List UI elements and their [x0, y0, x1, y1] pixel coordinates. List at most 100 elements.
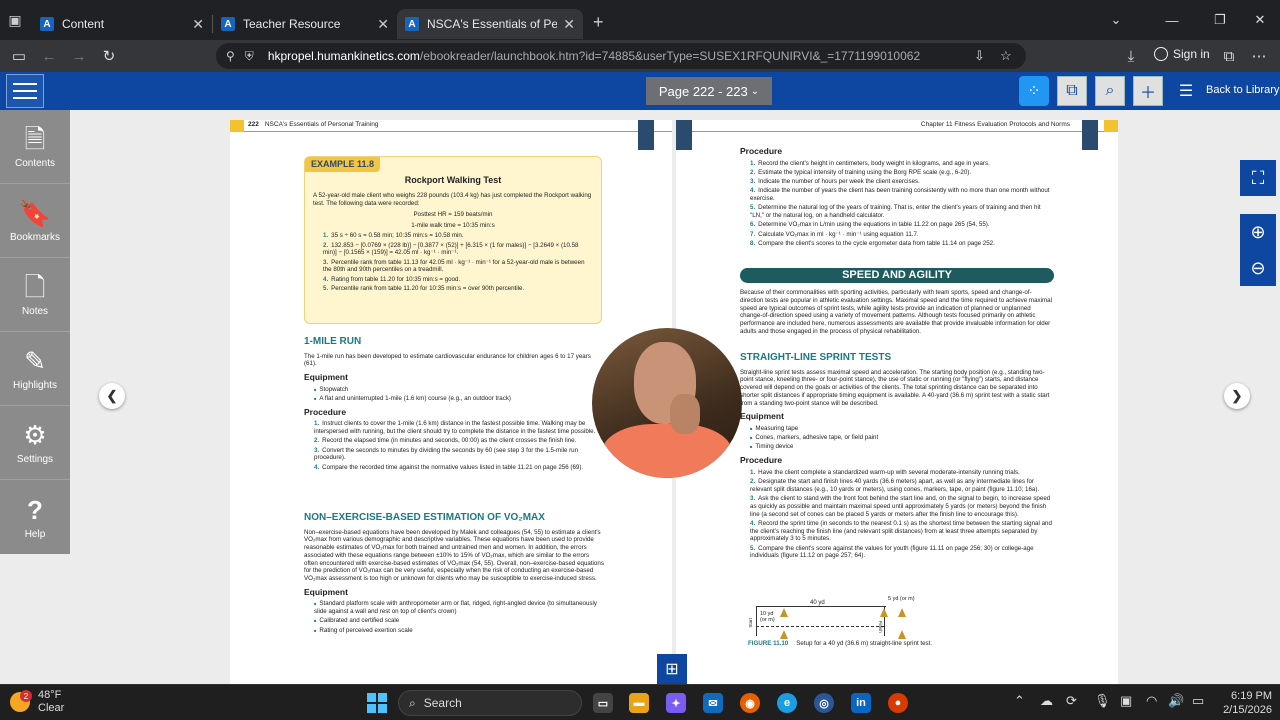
file-explorer-icon[interactable]: ▬ [629, 693, 649, 713]
microphone-icon[interactable]: 🎙 [1094, 693, 1111, 709]
list-item: 1. 35 s ÷ 60 s = 0.58 min; 10:35 min:s = … [323, 232, 464, 240]
site-info-icon[interactable]: ⚲ [226, 49, 235, 63]
section-text: Straight-line sprint tests assess maxima… [740, 368, 1050, 407]
sidebar-item-notes[interactable]: 🗋 Notes [0, 258, 70, 332]
equipment-heading: Equipment [304, 372, 348, 382]
tab-nsca-essentials[interactable]: A NSCA's Essentials of Personal Tr ✕ [397, 9, 583, 39]
sidebar-toggle-icon[interactable]: ▭ [4, 42, 34, 70]
forward-button[interactable]: → [64, 42, 94, 70]
shield-app-icon[interactable]: ◎ [814, 693, 834, 713]
list-item: ■ Calibrated and certified scale [314, 617, 400, 625]
window-menu-icon[interactable]: ▣ [4, 9, 26, 31]
presenter-hand [670, 394, 700, 434]
back-button[interactable]: ← [34, 42, 64, 70]
tracking-shield-icon[interactable]: ⛨ [245, 49, 254, 64]
back-to-library-link[interactable]: Back to Library [1206, 84, 1279, 96]
start-button-windows-icon[interactable] [367, 693, 387, 713]
non-exercise-section: NON–EXERCISE-BASED ESTIMATION OF VO₂MAX … [304, 512, 604, 636]
volume-icon[interactable]: 🔊 [1168, 693, 1184, 709]
sidebar-item-help[interactable]: ? Help [0, 480, 70, 554]
next-page-button[interactable]: ❯ [1224, 383, 1250, 409]
cone-icon [780, 630, 788, 639]
page-number: 222 [248, 121, 259, 129]
tab-list-chevron-icon[interactable]: ⌄ [1096, 0, 1136, 40]
section-heading: STRAIGHT-LINE SPRINT TESTS [740, 352, 892, 363]
weather-badge: 2 [20, 690, 32, 702]
new-tab-button[interactable]: + [593, 12, 604, 33]
share-icon[interactable]: ⁘ [1019, 76, 1049, 106]
notification-app-icon[interactable]: ▣ [1120, 693, 1132, 709]
list-item: 4. Record the sprint time (in seconds to … [750, 519, 1052, 543]
sidebar-item-settings[interactable]: ⚙ Settings [0, 406, 70, 480]
close-window-button[interactable]: ✕ [1240, 0, 1280, 40]
section-heading: NON–EXERCISE-BASED ESTIMATION OF VO₂MAX [304, 512, 545, 523]
sidebar-item-contents[interactable]: 🗎 Contents [0, 110, 70, 184]
page-selector[interactable]: Page 222 - 223 ⌄ [646, 77, 772, 105]
sidebar-item-bookmarks[interactable]: 🔖 Bookmarks [0, 184, 70, 258]
weather-widget[interactable]: 2 48°F Clear [10, 689, 64, 715]
run-path [756, 626, 884, 627]
task-view-icon[interactable]: ▭ [593, 693, 613, 713]
system-clock[interactable]: 6:19 PM 2/15/2026 [1216, 689, 1272, 717]
close-tab-icon[interactable]: ✕ [192, 16, 204, 33]
show-hidden-icons-chevron-icon[interactable]: ⌃ [1014, 693, 1025, 709]
search-book-icon[interactable]: ⌕ [1095, 76, 1125, 106]
firefox-icon[interactable]: ◉ [740, 693, 760, 713]
taskbar-search[interactable]: ⌕ Search [398, 690, 582, 716]
linkedin-icon[interactable]: in [851, 693, 871, 713]
tab-teacher-resource[interactable]: A Teacher Resource ✕ [213, 9, 397, 39]
office-app-icon[interactable]: ● [888, 693, 908, 713]
sign-in-button[interactable]: Sign in [1154, 47, 1210, 61]
page-bookmark-ribbon[interactable] [676, 120, 692, 150]
reload-button[interactable]: ↻ [94, 42, 124, 70]
page-bookmark-ribbon[interactable] [1082, 120, 1098, 150]
page-bookmark-ribbon[interactable] [638, 120, 654, 150]
copilot-icon[interactable]: ✦ [666, 693, 686, 713]
tab-title: Content [62, 17, 105, 31]
library-stack-icon[interactable]: ☰ [1171, 76, 1201, 106]
close-tab-icon[interactable]: ✕ [377, 16, 389, 33]
tab-content[interactable]: A Content ✕ [32, 9, 212, 39]
battery-icon[interactable]: ▭ [1192, 693, 1204, 709]
copy-pages-icon[interactable]: ⧉ [1057, 76, 1087, 106]
label-start: Start [747, 618, 753, 628]
figure-number: FIGURE 11.10 [748, 640, 789, 647]
url-host: hkpropel.humankinetics.com [267, 49, 420, 63]
add-page-icon[interactable]: ＋ [1133, 76, 1163, 106]
zoom-in-icon[interactable]: ⊕ [1240, 214, 1276, 250]
downloads-icon[interactable]: ⤓ [1116, 42, 1146, 70]
edge-icon[interactable]: e [777, 693, 797, 713]
close-tab-icon[interactable]: ✕ [563, 16, 575, 33]
install-app-icon[interactable]: ⇩ [974, 48, 985, 64]
outlook-icon[interactable]: ✉ [703, 693, 723, 713]
start-line [756, 606, 757, 636]
left-page-header: 222 NSCA's Essentials of Personal Traini… [230, 120, 672, 132]
list-item: 4. Compare the recorded time against the … [314, 463, 584, 471]
search-icon: ⌕ [409, 695, 416, 710]
humankinetics-favicon-icon: A [221, 17, 235, 31]
sync-icon[interactable]: ⟳ [1066, 693, 1077, 709]
maximize-button[interactable]: ❐ [1200, 0, 1240, 40]
more-menu-icon[interactable]: ⋯ [1244, 42, 1274, 70]
wifi-icon[interactable]: ◠ [1146, 693, 1157, 709]
address-bar[interactable]: ⚲ ⛨ hkpropel.humankinetics.com /ebookrea… [216, 43, 1026, 69]
sidebar-item-highlights[interactable]: ✎ Highlights [0, 332, 70, 406]
minimize-button[interactable]: — [1152, 0, 1192, 40]
thumbnail-grid-icon[interactable]: ⊞ [657, 654, 687, 684]
one-mile-run-section: 1-MILE RUN The 1-mile run has been devel… [304, 336, 604, 473]
reader-sidebar: 🗎 Contents 🔖 Bookmarks 🗋 Notes ✎ Highlights … [0, 110, 70, 554]
favorite-star-icon[interactable]: ☆ [1000, 48, 1012, 64]
speed-agility-section: SPEED AND AGILITY Because of their commo… [740, 268, 1054, 336]
search-label: Search [423, 696, 462, 710]
fullscreen-icon[interactable]: ⛶ [1240, 160, 1276, 196]
cone-icon [780, 608, 788, 617]
equipment-heading: Equipment [740, 411, 784, 422]
list-item: 7. Calculate VO₂max in ml · kg⁻¹ · min⁻¹ … [750, 230, 919, 238]
hamburger-menu-icon[interactable] [6, 74, 44, 108]
previous-page-button[interactable]: ❮ [99, 383, 125, 409]
zoom-out-icon[interactable]: ⊖ [1240, 250, 1276, 286]
webcam-overlay[interactable] [592, 328, 742, 478]
reader-toolbar: Page 222 - 223 ⌄ ⁘ ⧉ ⌕ ＋ ☰ Back to Libra… [0, 72, 1280, 110]
onedrive-icon[interactable]: ☁ [1040, 693, 1053, 709]
extensions-icon[interactable]: ⧉ [1214, 42, 1244, 70]
